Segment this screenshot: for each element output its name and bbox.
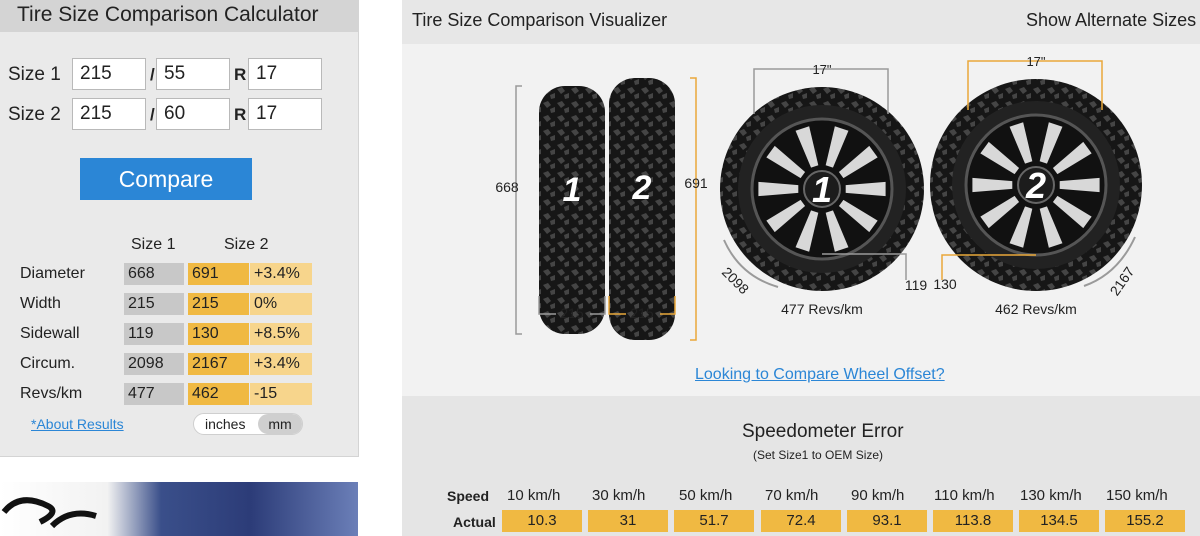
visualizer-title: Tire Size Comparison Visualizer <box>412 10 668 30</box>
calculator-title: Tire Size Comparison Calculator <box>17 3 319 26</box>
unit-mm-option[interactable]: mm <box>258 414 302 434</box>
wheel1-circ-label: 2098 <box>719 264 752 297</box>
wheel2-sidewall-label: 130 <box>933 276 957 292</box>
speed-cell: 70 km/h <box>765 487 819 504</box>
actual-cell: 72.4 <box>761 510 841 532</box>
side-height1-label: 668 <box>495 179 519 195</box>
actual-cell: 155.2 <box>1105 510 1185 532</box>
tire-tread-icon <box>539 86 605 334</box>
size2-value: 2167 <box>188 353 249 375</box>
side-height2-label: 691 <box>684 175 708 191</box>
compare-button[interactable]: Compare <box>80 158 252 200</box>
compare-wheel-offset-link[interactable]: Looking to Compare Wheel Offset? <box>695 366 945 384</box>
size1-rim-input[interactable] <box>248 58 322 90</box>
actual-cell: 134.5 <box>1019 510 1099 532</box>
speed-row-label: Speed <box>447 488 490 504</box>
size1-width-input[interactable] <box>72 58 146 90</box>
actual-row-label: Actual <box>453 514 496 530</box>
size2-value: 462 <box>188 383 249 405</box>
unit-inches-option[interactable]: inches <box>205 416 245 432</box>
size2-slash: / <box>150 105 155 124</box>
wheel2-number: 2 <box>1025 165 1046 206</box>
tire-side-number-1: 1 <box>563 171 582 209</box>
speed-cell: 90 km/h <box>851 487 905 504</box>
actual-cell: 93.1 <box>847 510 927 532</box>
actual-cell: 10.3 <box>502 510 582 532</box>
dim-line-height2 <box>690 77 697 341</box>
calculator-header: Tire Size Comparison Calculator <box>0 0 358 32</box>
size1-value: 119 <box>124 323 184 345</box>
ad-logo <box>1 497 97 529</box>
wheel1-sidewall-label: 119 <box>905 277 928 293</box>
speed-cell: 130 km/h <box>1020 487 1082 504</box>
size2-label: Size 2 <box>8 104 61 125</box>
diff-value: +3.4% <box>250 353 312 375</box>
speedometer-title: Speedometer Error <box>742 421 904 442</box>
size2-value: 130 <box>188 323 249 345</box>
diff-value: +8.5% <box>250 323 312 345</box>
wheel1-number: 1 <box>812 169 832 210</box>
about-results-link[interactable]: *About Results <box>31 416 124 432</box>
col-header-size2: Size 2 <box>224 236 269 253</box>
size1-ratio-input[interactable] <box>156 58 230 90</box>
speed-cell: 30 km/h <box>592 487 646 504</box>
diff-value: +3.4% <box>250 263 312 285</box>
wheel-1: 1 <box>720 87 924 291</box>
speed-cell: 50 km/h <box>679 487 733 504</box>
size1-slash: / <box>150 65 155 84</box>
size1-value: 2098 <box>124 353 184 375</box>
size2-value: 691 <box>188 263 249 285</box>
size1-label: Size 1 <box>8 64 61 85</box>
row-label: Diameter <box>20 265 85 282</box>
wheel1-revs-label: 477 Revs/km <box>781 301 863 317</box>
speed-cell: 10 km/h <box>507 487 561 504</box>
wheel2-revs-label: 462 Revs/km <box>995 301 1077 317</box>
actual-cell: 31 <box>588 510 668 532</box>
tire-side-1: 1 <box>539 86 605 334</box>
size2-value: 215 <box>188 293 249 315</box>
size1-r-label: R <box>234 65 247 84</box>
ad-banner[interactable] <box>0 482 358 536</box>
row-label: Revs/km <box>20 385 83 402</box>
actual-cell: 113.8 <box>933 510 1013 532</box>
dim-line-height1 <box>515 85 522 335</box>
tire-tread-icon <box>609 78 675 340</box>
show-alternate-sizes-link[interactable]: Show Alternate Sizes <box>1026 10 1196 31</box>
speedometer-subtitle: (Set Size1 to OEM Size) <box>753 448 884 462</box>
side-width2-label: 215 <box>630 305 654 321</box>
wheel2-rim-label: 17" <box>1026 54 1045 69</box>
side-width1-label: 215 <box>560 305 584 321</box>
size2-r-label: R <box>234 105 247 124</box>
col-header-size1: Size 1 <box>131 236 176 253</box>
wheel-2: 2 <box>930 79 1142 291</box>
size2-width-input[interactable] <box>72 98 146 130</box>
wheel1-rim-label: 17" <box>812 62 831 77</box>
size1-value: 668 <box>124 263 184 285</box>
row-label: Circum. <box>20 355 76 372</box>
diff-value: -15 <box>250 383 312 405</box>
size1-value: 477 <box>124 383 184 405</box>
speed-cell: 150 km/h <box>1106 487 1168 504</box>
size2-rim-input[interactable] <box>248 98 322 130</box>
diff-value: 0% <box>250 293 312 315</box>
tire-side-number-2: 2 <box>632 169 652 207</box>
row-label: Sidewall <box>20 325 80 342</box>
tire-visualization: 1 2 668 691 215 215 1 17" 119 2098 477 R… <box>495 54 1142 341</box>
actual-cell: 51.7 <box>674 510 754 532</box>
size1-value: 215 <box>124 293 184 315</box>
row-label: Width <box>20 295 61 312</box>
wheel2-circ-label: 2167 <box>1106 264 1137 299</box>
speed-cell: 110 km/h <box>934 487 995 504</box>
size2-ratio-input[interactable] <box>156 98 230 130</box>
tire-side-2: 2 <box>609 78 675 340</box>
